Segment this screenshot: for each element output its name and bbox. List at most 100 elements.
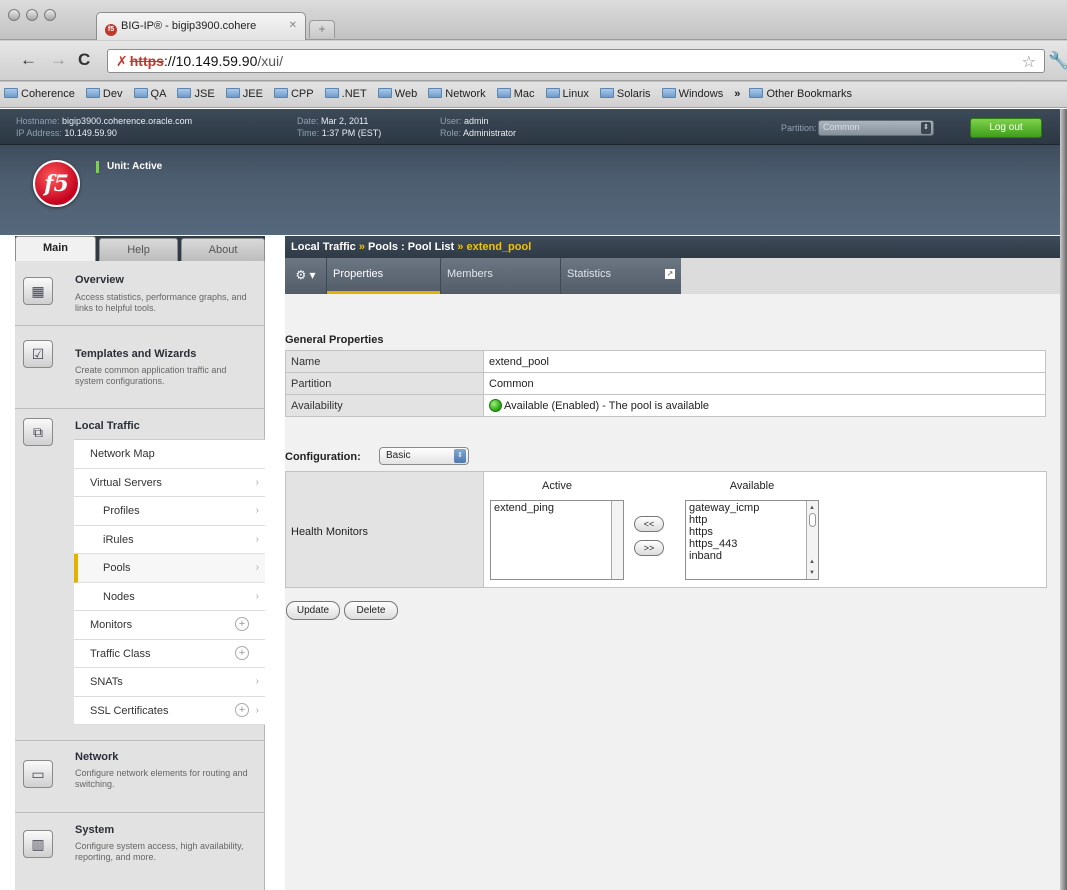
tab-help[interactable]: Help (99, 238, 178, 261)
move-left-button[interactable]: << (634, 516, 664, 532)
bookmark-jee[interactable]: JEE (225, 88, 263, 100)
bookmark-coherence[interactable]: Coherence (4, 88, 75, 100)
breadcrumb-pool-list[interactable]: Pools : Pool List (368, 241, 454, 253)
bookmark-web[interactable]: Web (377, 88, 417, 100)
breadcrumb-local-traffic[interactable]: Local Traffic (291, 241, 356, 253)
more-bookmarks-chevron[interactable]: » (734, 88, 740, 100)
unit-status: Unit: Active (96, 161, 162, 173)
general-properties-title: General Properties (285, 334, 384, 346)
tab-about[interactable]: About (181, 238, 265, 261)
bookmark-windows[interactable]: Windows (661, 88, 723, 100)
gear-icon[interactable]: ⚙ ▾ (285, 258, 327, 294)
folder-icon (545, 88, 560, 98)
sidebar-section-templates[interactable]: ☑ Templates and Wizards Create common ap… (15, 336, 265, 396)
availability-label: Availability (285, 394, 484, 417)
select-arrows-icon: ⇕ (454, 449, 466, 463)
sidebar-item-traffic-class[interactable]: Traffic Class + (74, 640, 265, 668)
scrollbar-thumb[interactable] (809, 513, 816, 527)
list-item[interactable]: extend_ping (494, 502, 620, 514)
configuration-select[interactable]: Basic ⇕ (379, 447, 469, 465)
add-circle-icon[interactable]: + (235, 617, 249, 631)
browser-tab[interactable]: f5 BIG-IP® - bigip3900.cohere ✕ (96, 12, 306, 40)
bookmark-jse[interactable]: JSE (177, 88, 215, 100)
logout-button[interactable]: Log out (970, 118, 1042, 138)
folder-icon (85, 88, 100, 98)
reload-icon[interactable]: C (78, 50, 90, 70)
tab-statistics[interactable]: Statistics ↗ (561, 258, 681, 294)
sidebar-item-irules[interactable]: iRules › (74, 526, 265, 554)
address-bar[interactable]: ✗ https://10.149.59.90/xui/ ☆ (107, 49, 1045, 73)
forward-icon[interactable]: → (50, 50, 67, 70)
breadcrumb-current: extend_pool (466, 241, 532, 253)
health-monitors-cell: Active extend_ping << >> Available gatew… (484, 472, 1046, 587)
minimize-window-button[interactable] (26, 9, 38, 21)
new-tab-button[interactable]: + (309, 20, 335, 38)
list-item[interactable]: gateway_icmp (689, 502, 815, 514)
tab-title: BIG-IP® - bigip3900.cohere (121, 20, 257, 32)
sidebar-item-snats[interactable]: SNATs › (74, 668, 265, 697)
tab-main[interactable]: Main (15, 236, 96, 261)
list-item[interactable]: https (689, 526, 815, 538)
sidebar-item-network-map[interactable]: Network Map (74, 440, 265, 469)
folder-icon (225, 88, 240, 98)
sidebar-section-network[interactable]: ▭ Network Configure network elements for… (15, 741, 265, 809)
scrollbar[interactable] (611, 501, 623, 579)
tab-properties[interactable]: Properties (327, 258, 441, 294)
bookmark-linux[interactable]: Linux (545, 88, 589, 100)
tab-close-icon[interactable]: ✕ (289, 20, 297, 31)
zoom-window-button[interactable] (44, 9, 56, 21)
scroll-down-icon[interactable]: ▼ (809, 567, 815, 579)
scrollbar[interactable]: ▲ ▲ ▼ (806, 501, 818, 579)
active-header: Active (542, 480, 572, 492)
bookmark-mac[interactable]: Mac (496, 88, 534, 100)
sidebar-item-monitors[interactable]: Monitors + (74, 611, 265, 640)
bookmark-qa[interactable]: QA (133, 88, 166, 100)
folder-icon (749, 88, 764, 98)
clipboard-icon: ☑ (23, 340, 53, 368)
close-window-button[interactable] (8, 9, 20, 21)
bookmark-network[interactable]: Network (428, 88, 486, 100)
partition-row-label: Partition (285, 372, 484, 395)
sidebar-section-system[interactable]: ▥ System Configure system access, high a… (15, 813, 265, 889)
bookmark-other-bookmarks[interactable]: Other Bookmarks (749, 88, 852, 100)
header-info-strip: Hostname: bigip3900.coherence.oracle.com… (0, 109, 1067, 145)
bookmark-cpp[interactable]: CPP (273, 88, 314, 100)
partition-select[interactable]: Common ⇕ (818, 120, 934, 136)
configuration-label: Configuration: (285, 451, 361, 463)
sidebar-section-local-traffic[interactable]: ⧉ Local Traffic (15, 409, 265, 446)
user-info: User: admin Role: Administrator (440, 116, 517, 138)
sidebar-item-pools[interactable]: Pools › (74, 554, 265, 583)
tab-members[interactable]: Members (441, 258, 561, 294)
add-circle-icon[interactable]: + (235, 702, 249, 717)
popout-icon[interactable]: ↗ (665, 269, 675, 279)
chevron-right-icon: › (255, 476, 259, 488)
left-tab-bar: Main Help About (15, 236, 265, 261)
sidebar-section-overview[interactable]: ▦ Overview Access statistics, performanc… (15, 261, 265, 325)
sidebar-item-virtual-servers[interactable]: Virtual Servers › (74, 469, 265, 497)
active-monitors-list[interactable]: extend_ping (490, 500, 624, 580)
user-value: admin (464, 116, 489, 126)
sidebar: ▦ Overview Access statistics, performanc… (15, 261, 265, 890)
url-scheme: https (129, 53, 164, 69)
back-icon[interactable]: ← (20, 50, 37, 70)
sidebar-item-nodes[interactable]: Nodes › (74, 583, 265, 611)
wrench-icon[interactable]: 🔧 (1048, 51, 1067, 71)
sidebar-item-ssl-certificates[interactable]: SSL Certificates + › (74, 697, 265, 725)
bookmark-solaris[interactable]: Solaris (599, 88, 651, 100)
sidebar-item-profiles[interactable]: Profiles › (74, 497, 265, 526)
bookmark-dotnet[interactable]: .NET (324, 88, 367, 100)
move-right-button[interactable]: >> (634, 540, 664, 556)
available-monitors-list[interactable]: gateway_icmp http https https_443 inband… (685, 500, 819, 580)
certificate-warning-icon[interactable]: ✗ (116, 53, 128, 69)
health-monitors-row: Health Monitors Active extend_ping << >>… (285, 471, 1047, 588)
update-button[interactable]: Update (286, 601, 340, 620)
bookmark-dev[interactable]: Dev (85, 88, 122, 100)
window-titlebar: f5 BIG-IP® - bigip3900.cohere ✕ + (0, 0, 1067, 40)
bookmark-star-icon[interactable]: ☆ (1022, 52, 1036, 72)
list-item[interactable]: http (689, 514, 815, 526)
add-circle-icon[interactable]: + (235, 645, 249, 660)
list-item[interactable]: https_443 (689, 538, 815, 550)
delete-button[interactable]: Delete (344, 601, 398, 620)
datetime-info: Date: Mar 2, 2011 Time: 1:37 PM (EST) (297, 116, 382, 138)
list-item[interactable]: inband (689, 550, 815, 562)
